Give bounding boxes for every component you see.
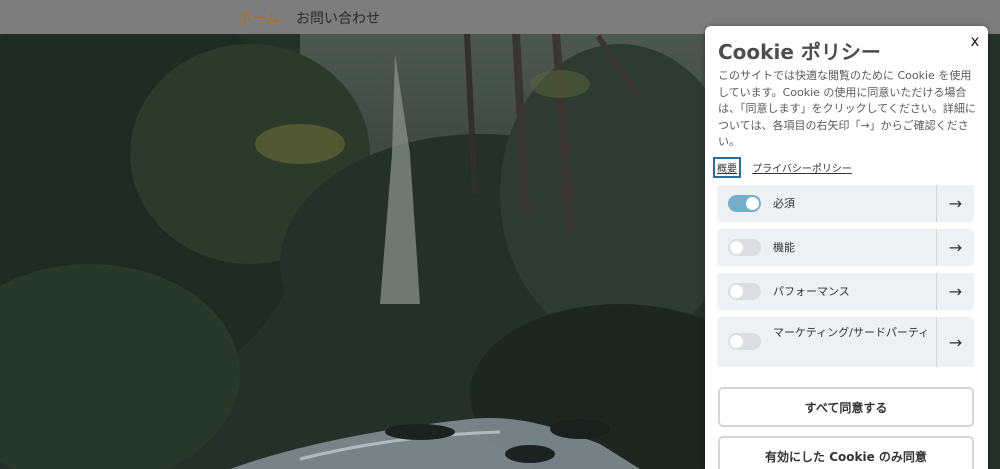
- toggle-functional[interactable]: [728, 239, 761, 256]
- arrow-right-icon[interactable]: →: [936, 317, 974, 367]
- category-required: 必須 →: [717, 185, 974, 222]
- category-label-functional: 機能: [773, 241, 795, 254]
- category-functional: 機能 →: [717, 229, 974, 266]
- toggle-performance[interactable]: [728, 283, 761, 300]
- toggle-knob: [730, 285, 743, 298]
- toggle-knob: [730, 335, 743, 348]
- arrow-right-icon[interactable]: →: [936, 273, 974, 310]
- arrow-right-icon[interactable]: →: [936, 185, 974, 222]
- close-button[interactable]: x: [968, 32, 982, 50]
- category-label-marketing: マーケティング/サードパーティ: [773, 326, 930, 339]
- cookie-policy-panel: Cookie ポリシー x このサイトでは快適な閲覧のために Cookie を使…: [705, 26, 988, 469]
- accept-selected-button[interactable]: 有効にした Cookie のみ同意: [718, 436, 974, 469]
- category-marketing: マーケティング/サードパーティ →: [717, 317, 974, 367]
- toggle-marketing[interactable]: [728, 333, 761, 350]
- cookie-description: このサイトでは快適な閲覧のために Cookie を使用しています。Cookie …: [718, 69, 976, 148]
- nav-link-home[interactable]: ホーム: [238, 8, 280, 28]
- tab-overview[interactable]: 概要: [713, 157, 741, 178]
- category-performance: パフォーマンス →: [717, 273, 974, 310]
- panel-tabs: 概要 プライバシーポリシー: [713, 157, 860, 178]
- accept-all-button[interactable]: すべて同意する: [718, 387, 974, 427]
- panel-title: Cookie ポリシー: [718, 40, 881, 64]
- toggle-required[interactable]: [728, 195, 761, 212]
- toggle-knob: [730, 241, 743, 254]
- tab-privacy-policy[interactable]: プライバシーポリシー: [750, 159, 854, 176]
- arrow-right-icon[interactable]: →: [936, 229, 974, 266]
- toggle-knob: [746, 197, 759, 210]
- nav-link-contact[interactable]: お問い合わせ: [296, 8, 380, 28]
- category-label-performance: パフォーマンス: [773, 285, 850, 298]
- category-label-required: 必須: [773, 197, 795, 210]
